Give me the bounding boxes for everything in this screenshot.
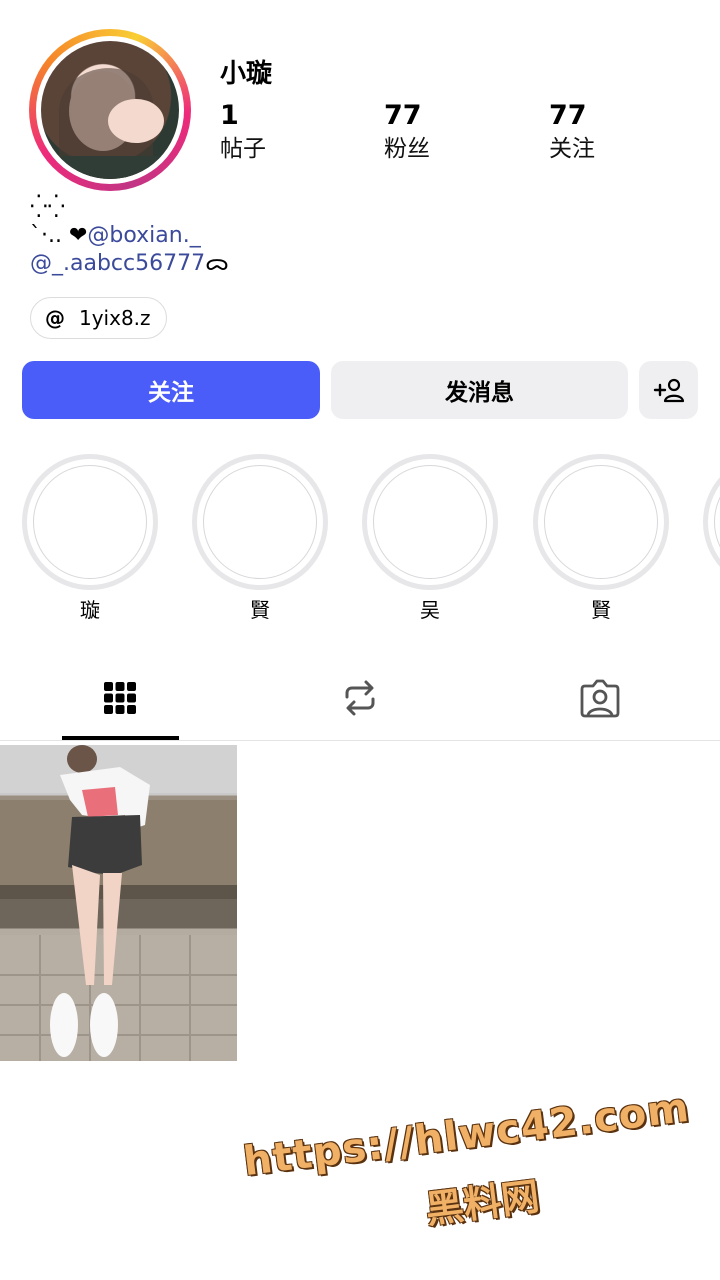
active-tab-indicator: [62, 736, 179, 740]
bio-mention-link[interactable]: @boxian._: [87, 223, 200, 248]
username: 小璇: [220, 59, 273, 89]
threads-link[interactable]: @ 1yix8.z: [30, 297, 167, 339]
bio: ⁛⁛ `·.. ❤@boxian._ @_.aabcc56777ᯅ: [30, 194, 229, 278]
stat-followers-value: 77: [384, 100, 422, 131]
highlight-ring: [192, 454, 328, 590]
profile-tabs: [0, 655, 720, 741]
highlight-cover: [203, 465, 317, 579]
tagged-icon: [580, 679, 620, 718]
bio-line-2: `·.. ❤@boxian._: [30, 222, 229, 250]
profile-page: 小璇 1 帖子 77 粉丝 77 关注 ⁛⁛ `·.. ❤@boxian._ @…: [0, 0, 720, 1280]
highlight-4[interactable]: 賢: [533, 454, 669, 623]
highlight-ring: [362, 454, 498, 590]
tab-tagged[interactable]: [480, 655, 720, 741]
follow-button[interactable]: 关注: [22, 361, 320, 419]
highlight-5-partial[interactable]: [703, 454, 720, 590]
message-button[interactable]: 发消息: [331, 361, 628, 419]
stat-posts[interactable]: 1 帖子: [220, 100, 266, 166]
watermark-url: https://hlwc42.com: [240, 1084, 693, 1186]
story-avatar-ring[interactable]: [29, 29, 191, 191]
highlight-ring: [703, 454, 720, 590]
stat-posts-value: 1: [220, 100, 239, 131]
bio-decoration: `·.. ❤: [30, 223, 88, 248]
highlight-label: 賢: [250, 598, 270, 622]
add-user-button[interactable]: [639, 361, 698, 419]
highlight-label: 璇: [80, 598, 100, 622]
highlight-label: 吴: [420, 598, 440, 622]
avatar-border: [36, 36, 184, 184]
threads-icon: @: [45, 306, 65, 330]
highlight-label: 賢: [591, 598, 611, 622]
post-thumbnail[interactable]: [0, 745, 237, 1061]
highlight-cover: [714, 465, 720, 579]
bio-line-3: @_.aabcc56777ᯅ: [30, 250, 229, 278]
highlight-cover: [33, 465, 147, 579]
threads-handle: 1yix8.z: [79, 306, 151, 330]
highlight-ring: [533, 454, 669, 590]
stat-following-label: 关注: [549, 136, 595, 162]
add-person-icon: [653, 378, 684, 403]
highlight-cover: [544, 465, 658, 579]
tab-posts-grid[interactable]: [0, 655, 240, 741]
repost-icon: [345, 680, 375, 716]
bio-line-1: ⁛⁛: [30, 195, 66, 220]
avatar-image: [59, 68, 171, 179]
highlight-cover: [373, 465, 487, 579]
stat-followers[interactable]: 77 粉丝: [384, 100, 430, 166]
bio-mention-link-2[interactable]: @_.aabcc56777: [30, 251, 205, 276]
stat-following-value: 77: [549, 100, 587, 131]
highlight-ring: [22, 454, 158, 590]
stat-followers-label: 粉丝: [384, 136, 430, 162]
stat-posts-label: 帖子: [220, 136, 266, 162]
stat-following[interactable]: 77 关注: [549, 100, 595, 166]
watermark-site-name: 黑料网: [423, 1174, 542, 1232]
highlight-2[interactable]: 賢: [192, 454, 328, 623]
grid-icon: [104, 682, 136, 714]
highlight-1[interactable]: 璇: [22, 454, 158, 623]
avatar: [41, 41, 179, 179]
tab-reposts[interactable]: [240, 655, 480, 741]
post-image: [0, 745, 237, 1061]
bio-decoration-2: ᯅ: [205, 251, 229, 276]
highlight-3[interactable]: 吴: [362, 454, 498, 623]
